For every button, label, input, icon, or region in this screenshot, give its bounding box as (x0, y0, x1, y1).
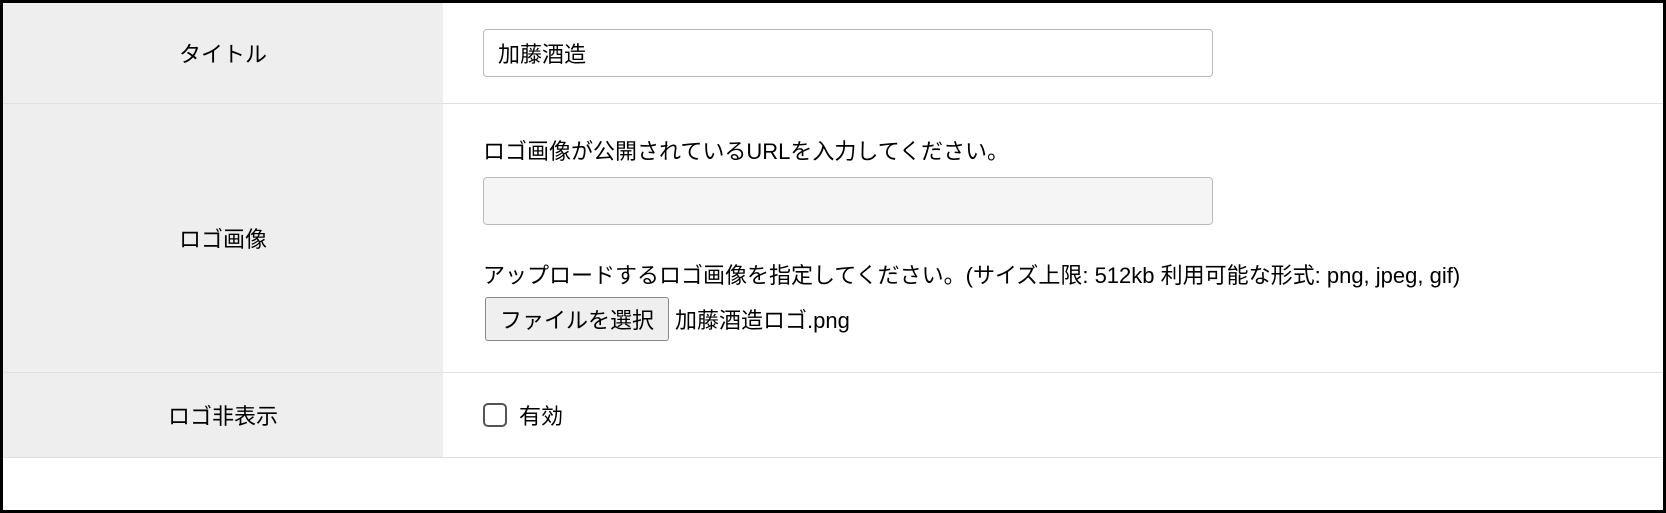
title-value-cell (443, 3, 1663, 103)
logo-hide-value-cell: 有効 (443, 373, 1663, 457)
title-row: タイトル (3, 3, 1663, 104)
logo-url-input[interactable] (483, 177, 1213, 225)
settings-form: タイトル ロゴ画像 ロゴ画像が公開されているURLを入力してください。 アップロ… (3, 3, 1663, 458)
logo-hide-label: ロゴ非表示 (3, 373, 443, 457)
selected-file-name: 加藤酒造ロゴ.png (675, 308, 850, 333)
logo-url-help: ロゴ画像が公開されているURLを入力してください。 (483, 134, 1623, 169)
logo-url-group: ロゴ画像が公開されているURLを入力してください。 (483, 134, 1623, 225)
logo-label-text: ロゴ画像 (179, 222, 267, 254)
logo-upload-group: アップロードするロゴ画像を指定してください。(サイズ上限: 512kb 利用可能… (483, 255, 1623, 342)
file-select-button[interactable]: ファイルを選択 (485, 297, 669, 341)
logo-hide-checkbox-label: 有効 (519, 399, 563, 431)
logo-hide-label-text: ロゴ非表示 (168, 399, 278, 431)
logo-hide-row: ロゴ非表示 有効 (3, 373, 1663, 458)
logo-label: ロゴ画像 (3, 104, 443, 372)
logo-hide-checkbox[interactable] (483, 403, 507, 427)
logo-value-cell: ロゴ画像が公開されているURLを入力してください。 アップロードするロゴ画像を指… (443, 104, 1663, 372)
title-label-text: タイトル (179, 37, 267, 69)
title-input[interactable] (483, 29, 1213, 77)
title-label: タイトル (3, 3, 443, 103)
logo-row: ロゴ画像 ロゴ画像が公開されているURLを入力してください。 アップロードするロ… (3, 104, 1663, 373)
logo-hide-checkbox-row: 有効 (483, 399, 1623, 431)
logo-upload-help: アップロードするロゴ画像を指定してください。(サイズ上限: 512kb 利用可能… (483, 263, 1460, 288)
